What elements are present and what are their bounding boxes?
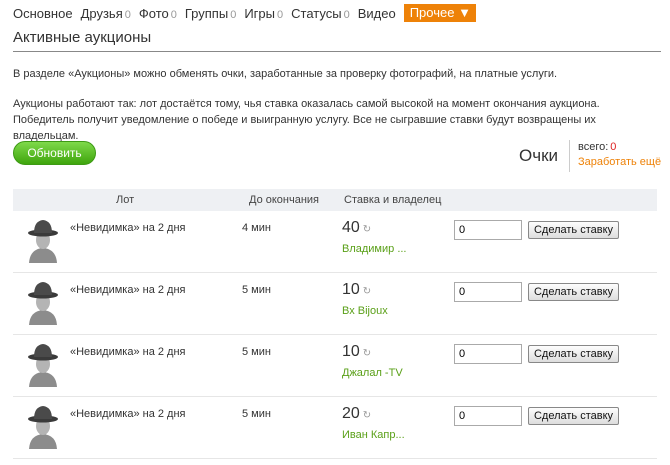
points-title: Очки	[519, 146, 559, 165]
table-header: Лот До окончания Ставка и владелец	[13, 189, 657, 211]
intro-text: В разделе «Аукционы» можно обменять очки…	[13, 68, 558, 80]
earn-more-link[interactable]: Заработать ещё	[578, 155, 661, 170]
time-left: 4 мин	[242, 222, 271, 234]
header-bid: Ставка и владелец	[344, 194, 442, 206]
place-bid-button[interactable]: Сделать ставку	[528, 221, 619, 239]
bid-amount-input[interactable]	[454, 344, 522, 364]
nav-item-main[interactable]: Основное	[13, 6, 73, 21]
bid-owner-link[interactable]: Иван Капр...	[342, 429, 405, 441]
lot-name[interactable]: «Невидимка» на 2 дня	[70, 408, 186, 420]
bid-amount-input[interactable]	[454, 406, 522, 426]
lot-name[interactable]: «Невидимка» на 2 дня	[70, 346, 186, 358]
nav-item-video[interactable]: Видео	[358, 6, 396, 21]
bid-amount-input[interactable]	[454, 282, 522, 302]
refresh-bid-icon[interactable]: ↻	[363, 410, 371, 421]
bid-amount-input[interactable]	[454, 220, 522, 240]
current-bid: 40 ↻	[342, 219, 372, 236]
nav-item-games[interactable]: Игры 0	[244, 6, 283, 21]
header-ends: До окончания	[249, 194, 320, 206]
time-left: 5 мин	[242, 408, 271, 420]
current-bid: 10 ↻	[342, 343, 372, 360]
points-total-label: всего:	[578, 141, 609, 153]
incognito-hat-icon	[28, 406, 58, 449]
incognito-hat-icon	[28, 282, 58, 325]
refresh-button[interactable]: Обновить	[13, 141, 96, 165]
time-left: 5 мин	[242, 284, 271, 296]
refresh-bid-icon[interactable]: ↻	[363, 224, 371, 235]
points-total-value: 0	[610, 141, 617, 153]
lot-name[interactable]: «Невидимка» на 2 дня	[70, 222, 186, 234]
table-row: «Невидимка» на 2 дня 5 мин 10 ↻ Вх Bijoux…	[13, 273, 657, 335]
triangle-down-icon: ▼	[458, 5, 471, 20]
table-row: «Невидимка» на 2 дня 5 мин 20 ↻ Иван Капр…	[13, 397, 657, 459]
refresh-bid-icon[interactable]: ↻	[363, 348, 371, 359]
nav-count: 0	[124, 8, 131, 21]
time-left: 5 мин	[242, 346, 271, 358]
nav-item-statuses[interactable]: Статусы 0	[291, 6, 350, 21]
rules-text: Аукционы работают так: лот достаётся том…	[13, 98, 600, 142]
bid-owner-link[interactable]: Вх Bijoux	[342, 305, 388, 317]
bid-owner-link[interactable]: Владимир ...	[342, 243, 407, 255]
place-bid-button[interactable]: Сделать ставку	[528, 283, 619, 301]
incognito-hat-icon	[28, 344, 58, 387]
refresh-bid-icon[interactable]: ↻	[363, 286, 371, 297]
bid-owner-link[interactable]: Джалал -TV	[342, 367, 403, 379]
nav-count: 0	[277, 8, 284, 21]
current-bid: 10 ↻	[342, 281, 372, 298]
nav-count: 0	[230, 8, 237, 21]
page-title: Активные аукционы	[13, 29, 661, 52]
table-row: «Невидимка» на 2 дня 4 мин 40 ↻ Владимир …	[13, 211, 657, 273]
points-summary: всего: 0 Заработать ещё	[569, 140, 661, 172]
main-nav: Основное Друзья 0 Фото 0 Группы 0 Игры 0 Ста…	[13, 4, 476, 22]
nav-count: 0	[170, 8, 177, 21]
nav-count: 0	[343, 8, 350, 21]
nav-item-photo[interactable]: Фото 0	[139, 6, 177, 21]
header-lot: Лот	[116, 194, 135, 206]
place-bid-button[interactable]: Сделать ставку	[528, 407, 619, 425]
lot-name[interactable]: «Невидимка» на 2 дня	[70, 284, 186, 296]
nav-item-friends[interactable]: Друзья 0	[81, 6, 131, 21]
nav-more-button[interactable]: Прочее ▼	[403, 4, 476, 22]
place-bid-button[interactable]: Сделать ставку	[528, 345, 619, 363]
table-row: «Невидимка» на 2 дня 5 мин 10 ↻ Джалал -T…	[13, 335, 657, 397]
incognito-hat-icon	[28, 220, 58, 263]
nav-item-groups[interactable]: Группы 0	[185, 6, 236, 21]
current-bid: 20 ↻	[342, 405, 372, 422]
